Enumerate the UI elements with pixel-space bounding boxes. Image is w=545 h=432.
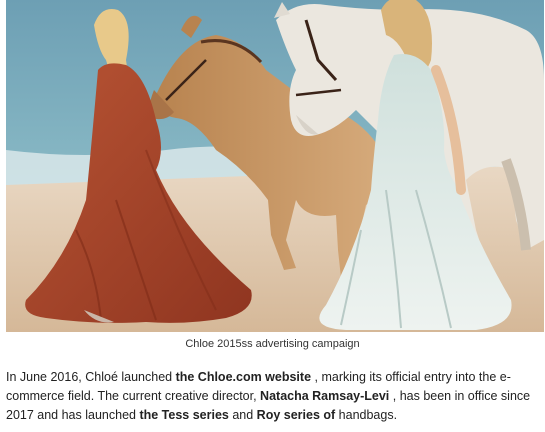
article-paragraph: In June 2016, Chloé launched the Chloe.c… — [6, 368, 536, 425]
campaign-photo-illustration — [6, 0, 544, 332]
article-page: Chloe 2015ss advertising campaign In Jun… — [0, 0, 545, 432]
paragraph-text-4: and — [228, 408, 257, 422]
paragraph-text-5: handbags. — [335, 408, 398, 422]
roy-series-bold: Roy series of — [256, 408, 336, 422]
image-caption: Chloe 2015ss advertising campaign — [185, 338, 360, 350]
paragraph-text-1: In June 2016, Chloé launched — [6, 370, 176, 384]
chloe-website-bold: the Chloe.com website — [175, 370, 312, 384]
creative-director-name: Natacha Ramsay-Levi — [260, 389, 390, 403]
campaign-photo — [6, 0, 544, 332]
tess-series-bold: the Tess series — [139, 408, 229, 422]
